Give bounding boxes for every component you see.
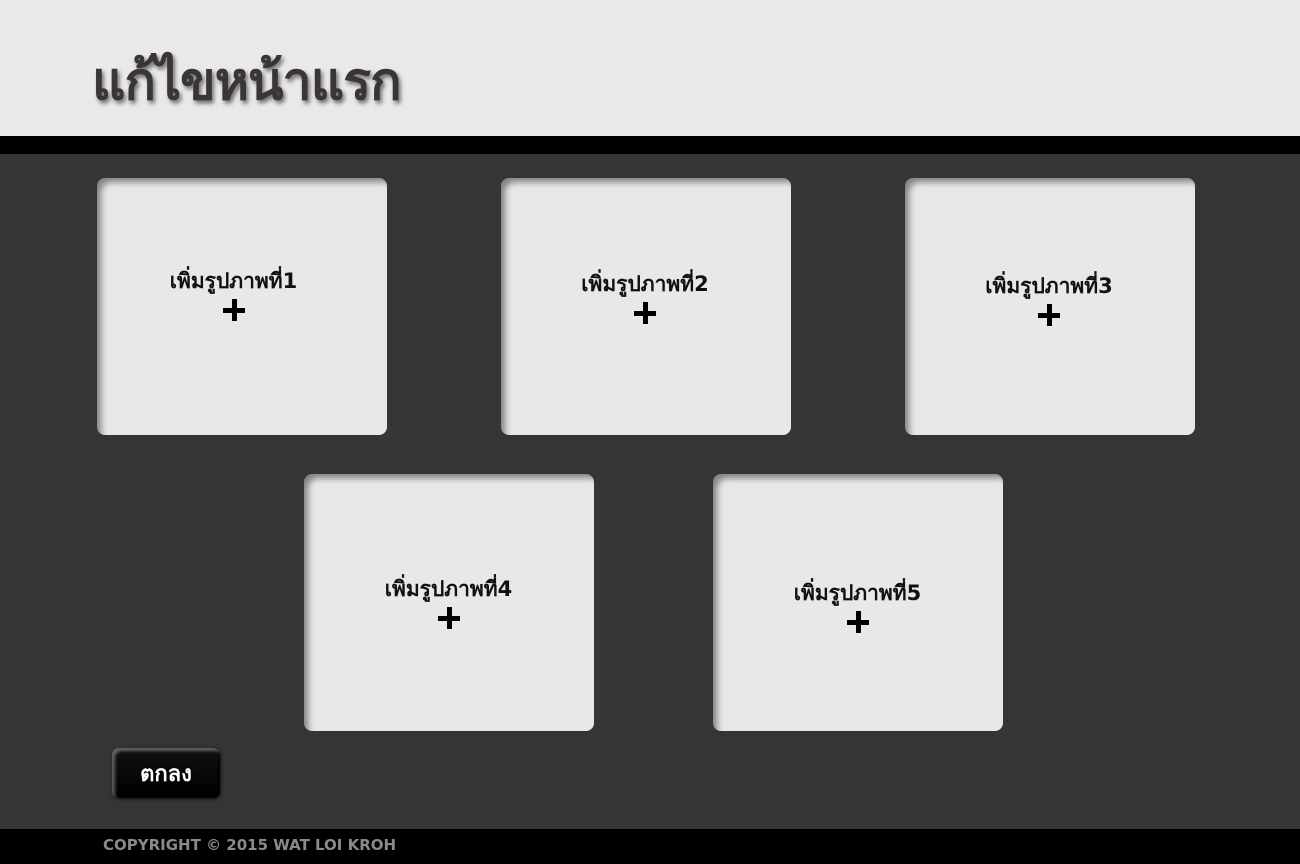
upload-slot-label: เพิ่มรูปภาพที่1 <box>169 269 298 293</box>
ok-button[interactable]: ตกลง <box>112 748 220 798</box>
page-title: แก้ไขหน้าแรก <box>92 52 402 112</box>
plus-icon <box>1035 301 1063 329</box>
image-upload-slot-4[interactable]: เพิ่มรูปภาพที่4 <box>304 474 594 731</box>
plus-icon <box>844 608 872 636</box>
plus-icon <box>631 299 659 327</box>
upload-slot-label: เพิ่มรูปภาพที่4 <box>384 577 513 601</box>
image-upload-slot-3[interactable]: เพิ่มรูปภาพที่3 <box>905 178 1195 435</box>
image-upload-slot-2[interactable]: เพิ่มรูปภาพที่2 <box>501 178 791 435</box>
plus-icon <box>220 296 248 324</box>
upload-slot-label: เพิ่มรูปภาพที่3 <box>985 274 1113 298</box>
header-divider-bar <box>0 136 1300 154</box>
upload-slot-label: เพิ่มรูปภาพที่5 <box>793 581 922 605</box>
copyright-text: COPYRIGHT © 2015 WAT LOI KROH <box>103 836 397 854</box>
image-upload-slot-5[interactable]: เพิ่มรูปภาพที่5 <box>713 474 1003 731</box>
header: แก้ไขหน้าแรก <box>0 0 1300 136</box>
upload-slot-label: เพิ่มรูปภาพที่2 <box>581 272 709 296</box>
footer: COPYRIGHT © 2015 WAT LOI KROH <box>0 829 1300 864</box>
image-upload-slot-1[interactable]: เพิ่มรูปภาพที่1 <box>97 178 387 435</box>
plus-icon <box>435 604 463 632</box>
